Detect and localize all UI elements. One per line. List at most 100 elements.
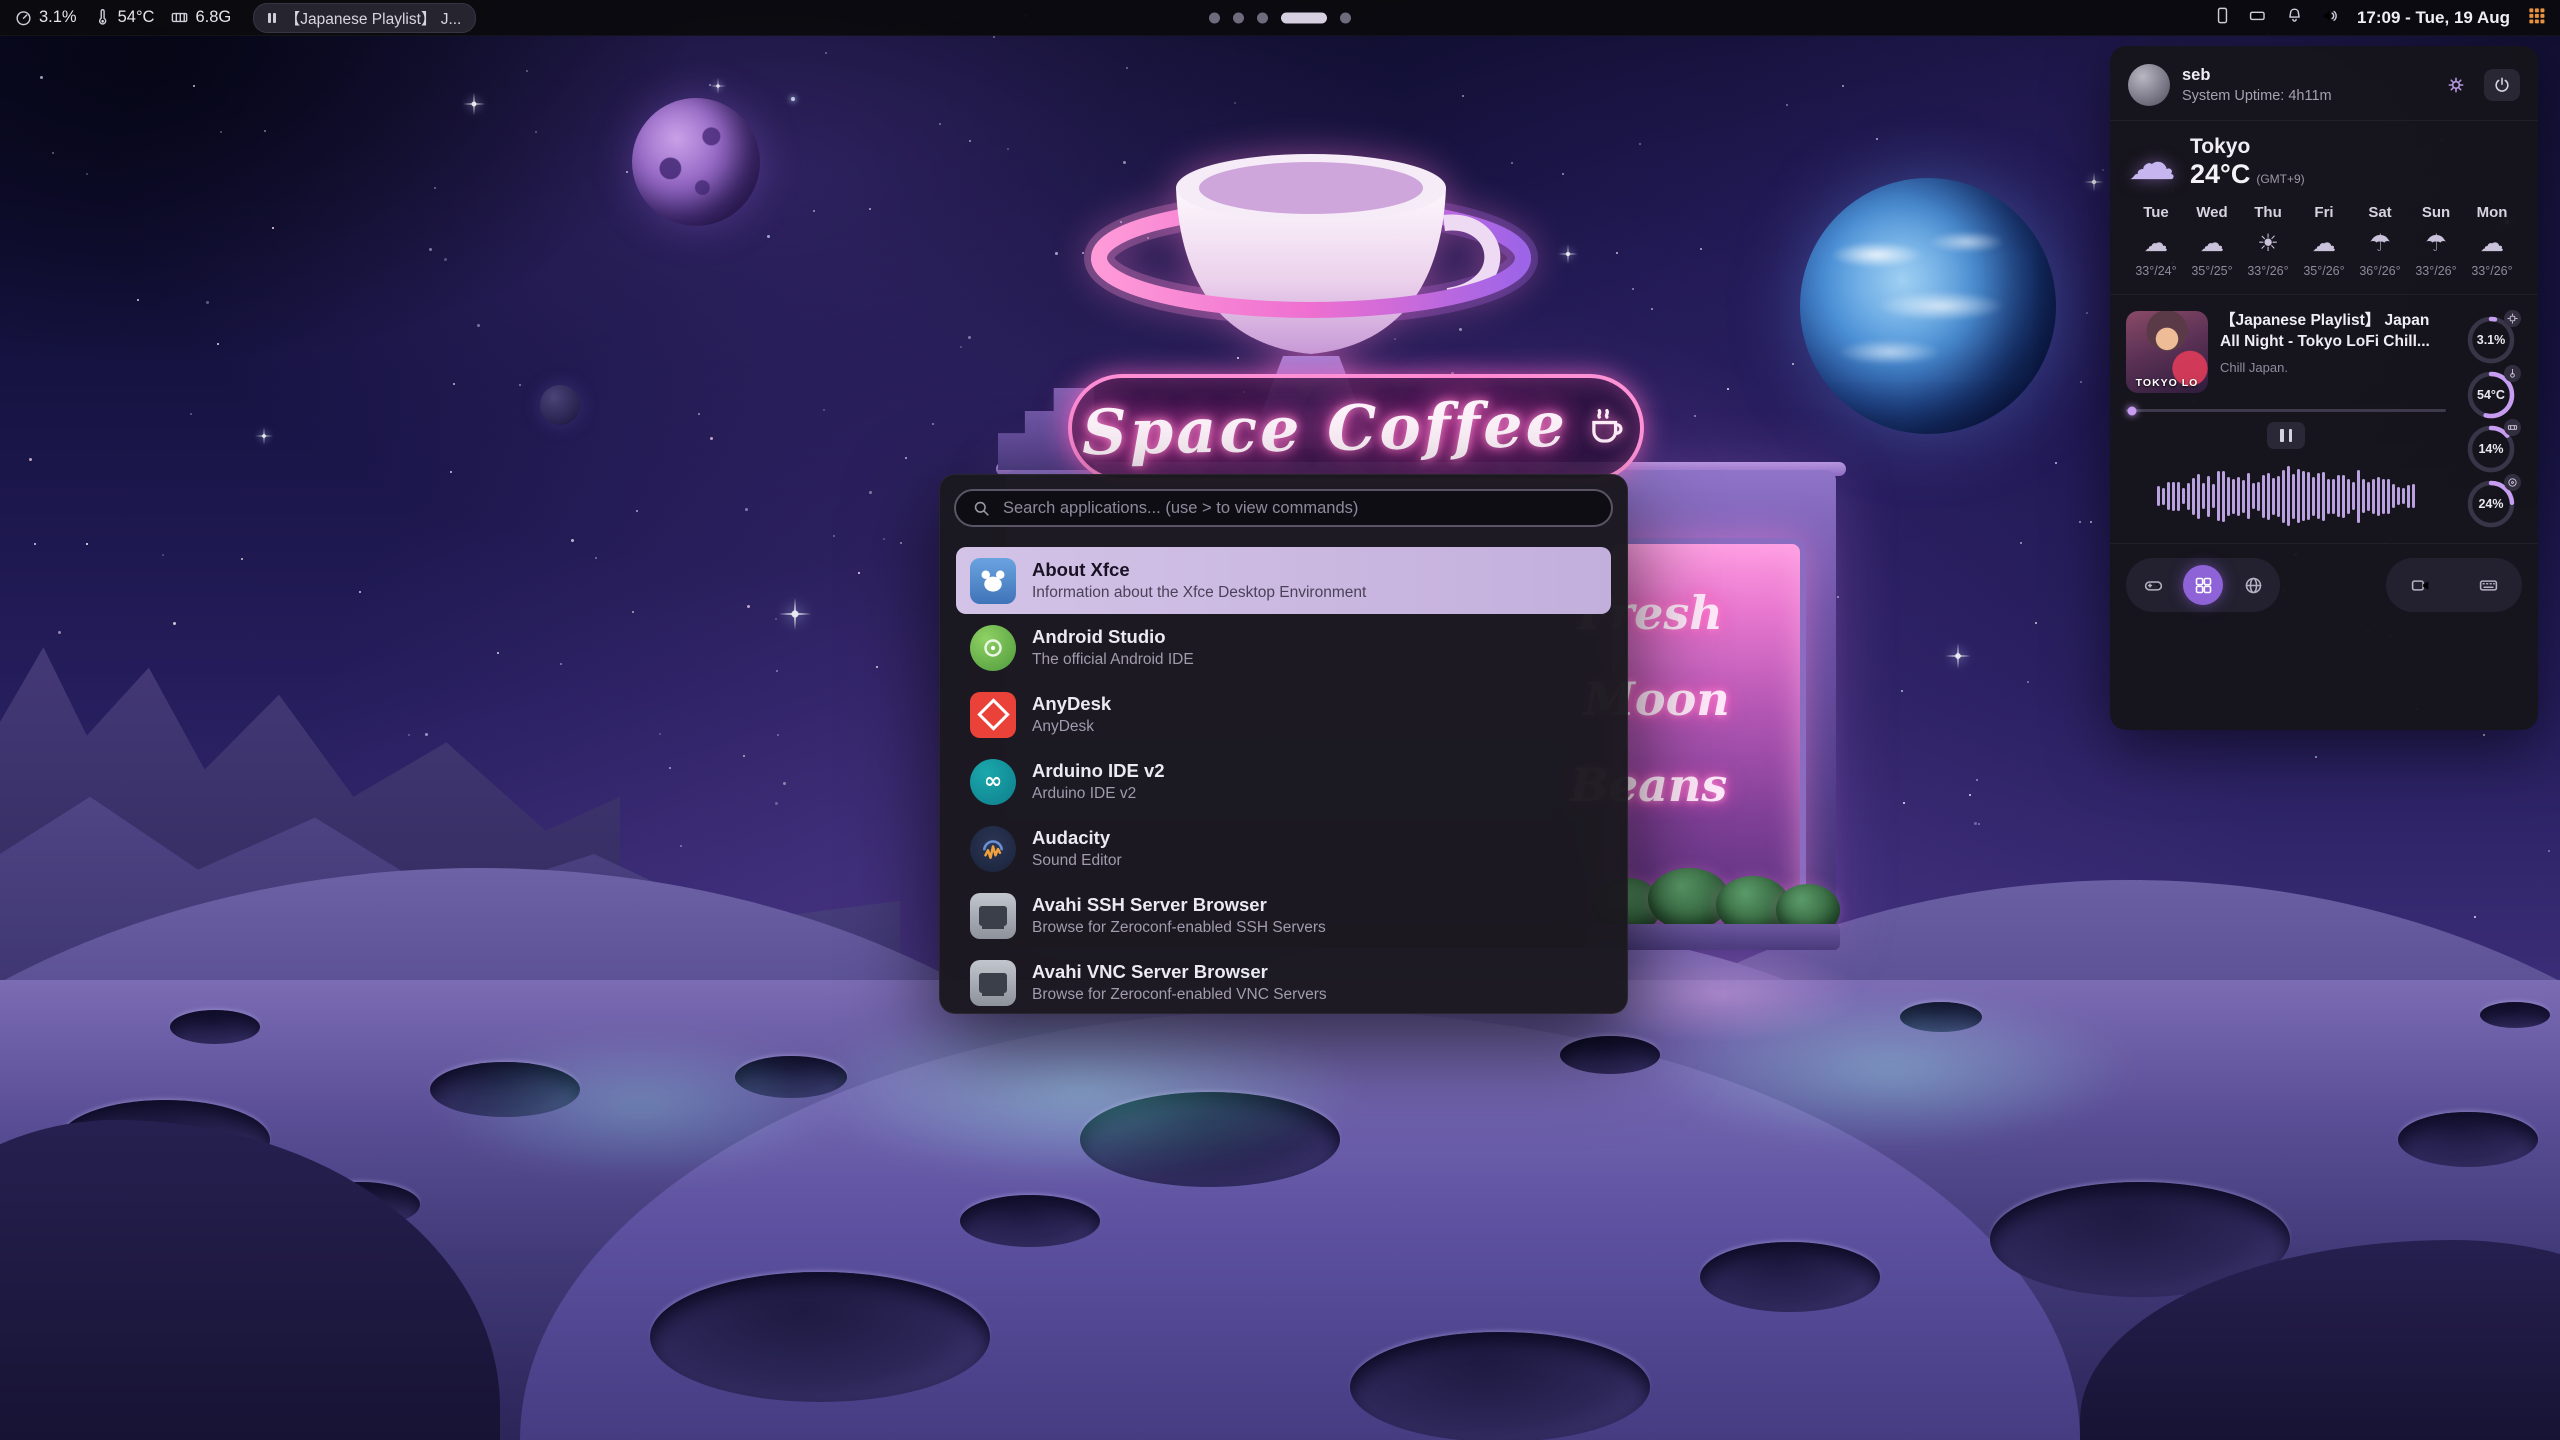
app-desc: Arduino IDE v2 (1032, 785, 1165, 803)
app-name: Android Studio (1032, 626, 1194, 648)
forecast-day: Thu☀33°/26° (2240, 204, 2296, 278)
app-name: Avahi SSH Server Browser (1032, 894, 1326, 916)
music-section: TOKYO LO 【Japanese Playlist】 Japan All N… (2110, 295, 2538, 544)
weather-city: Tokyo (2190, 135, 2305, 159)
keyboard-button[interactable] (2468, 565, 2508, 605)
album-art[interactable]: TOKYO LO (2126, 311, 2208, 393)
app-desc: Sound Editor (1032, 852, 1122, 870)
notifications-button[interactable] (2285, 6, 2304, 30)
search-icon (972, 499, 991, 518)
app-row-android-studio[interactable]: Android StudioThe official Android IDE (956, 614, 1611, 681)
rain-icon: ☂ (2352, 228, 2408, 258)
username: seb (2182, 66, 2332, 85)
top-bar: 3.1% 54°C 6.8G 【Japanese Playlist】 J... … (0, 0, 2560, 36)
weather-temperature: 24°C (2190, 159, 2250, 189)
gamepad-button[interactable] (2133, 565, 2173, 605)
forecast-day: Fri☁35°/26° (2296, 204, 2352, 278)
app-row-avahi-ssh[interactable]: Avahi SSH Server Browser Browse for Zeroc… (956, 882, 1611, 949)
disk-icon (2504, 474, 2521, 491)
rain-icon: ☂ (2408, 228, 2464, 258)
waveform (2126, 459, 2446, 533)
forecast-day: Mon☁33°/26° (2464, 204, 2520, 278)
cpu-gauge: 3.1% (2464, 313, 2518, 367)
teal-glow (800, 1000, 1360, 1180)
app-name: Audacity (1032, 827, 1122, 849)
app-row-avahi-vnc[interactable]: Avahi VNC Server BrowserBrowse for Zeroc… (956, 949, 1611, 1016)
android-studio-icon (970, 625, 1016, 671)
crater (1350, 1332, 1650, 1440)
cloud-icon: ☁ (2128, 228, 2184, 258)
xfce-icon (970, 558, 1016, 604)
system-gauges: 3.1% 54°C 14% 24% (2460, 311, 2522, 533)
quick-actions (2110, 544, 2538, 628)
settings-button[interactable] (2438, 69, 2474, 101)
temperature-text: 54°C (118, 8, 155, 27)
album-label: TOKYO LO (2126, 377, 2208, 389)
workspace-dot[interactable] (1340, 12, 1351, 23)
battery-button[interactable] (2249, 6, 2268, 30)
search-bar[interactable] (954, 489, 1613, 527)
profile-section: seb System Uptime: 4h11m (2110, 46, 2538, 121)
memory-icon (2504, 419, 2521, 436)
track-title: 【Japanese Playlist】 Japan All Night - To… (2220, 311, 2446, 353)
app-row-anydesk[interactable]: AnyDeskAnyDesk (956, 681, 1611, 748)
neon-sign: Space Coffee (1068, 374, 1644, 482)
phone-icon (2213, 6, 2232, 25)
workspace-dot[interactable] (1209, 12, 1220, 23)
memory-gauge: 14% (2464, 422, 2518, 476)
pause-button[interactable] (2267, 422, 2305, 449)
app-name: Arduino IDE v2 (1032, 760, 1165, 782)
disk-gauge: 24% (2464, 477, 2518, 531)
app-row-audacity[interactable]: Audacity Sound Editor (956, 815, 1611, 882)
cpu-usage-text: 3.1% (39, 8, 77, 27)
app-grid-button[interactable] (2527, 6, 2546, 30)
avatar[interactable] (2128, 64, 2170, 106)
apps-button[interactable] (2183, 565, 2223, 605)
workspace-indicator (1209, 12, 1351, 23)
crater (2480, 1002, 2550, 1028)
workspace-active[interactable] (1281, 12, 1327, 23)
gamepad-icon (2143, 575, 2164, 596)
cpu-indicator[interactable]: 3.1% (14, 8, 77, 27)
workspace-dot[interactable] (1257, 12, 1268, 23)
screen-record-button[interactable] (2400, 565, 2440, 605)
clock[interactable]: 17:09 - Tue, 19 Aug (2357, 8, 2510, 28)
battery-icon (2249, 6, 2268, 25)
crater (170, 1010, 260, 1044)
search-input[interactable] (1003, 499, 1595, 518)
quick-actions-right (2386, 558, 2522, 612)
keyboard-icon (2478, 575, 2499, 596)
forecast-day: Sat☂36°/26° (2352, 204, 2408, 278)
pause-icon (268, 13, 276, 23)
volume-button[interactable] (2321, 6, 2340, 30)
crater (1700, 1242, 1880, 1312)
quick-actions-left (2126, 558, 2280, 612)
crater (960, 1195, 1100, 1247)
memory-indicator[interactable]: 6.8G (170, 8, 231, 27)
device-button[interactable] (2213, 6, 2232, 30)
progress-bar[interactable] (2126, 409, 2446, 412)
crater (650, 1272, 990, 1402)
cloud-icon: ☁ (2184, 228, 2240, 258)
weather-main-icon: ☁ (2128, 139, 2176, 187)
uptime-text: System Uptime: 4h11m (2182, 88, 2332, 104)
app-desc: Information about the Xfce Desktop Envir… (1032, 584, 1366, 602)
server-browser-icon (970, 893, 1016, 939)
app-name: AnyDesk (1032, 693, 1111, 715)
progress-thumb[interactable] (2128, 406, 2137, 415)
power-button[interactable] (2484, 69, 2520, 101)
bell-icon (2285, 6, 2304, 25)
temperature-gauge: 54°C (2464, 368, 2518, 422)
temperature-indicator[interactable]: 54°C (93, 8, 155, 27)
network-button[interactable] (2233, 565, 2273, 605)
workspace-dot[interactable] (1233, 12, 1244, 23)
topbar-now-playing[interactable]: 【Japanese Playlist】 J... (253, 3, 476, 33)
weather-section: ☁ Tokyo 24°C(GMT+9) Tue☁33°/24° Wed☁35°/… (2110, 121, 2538, 295)
app-desc: Browse for Zeroconf-enabled SSH Servers (1032, 919, 1326, 937)
app-row-arduino[interactable]: ∞ Arduino IDE v2Arduino IDE v2 (956, 748, 1611, 815)
globe-icon (2243, 575, 2264, 596)
power-icon (2492, 75, 2512, 95)
now-playing-text: 【Japanese Playlist】 J... (285, 7, 462, 29)
app-row-about-xfce[interactable]: About XfceInformation about the Xfce Des… (956, 547, 1611, 614)
video-camera-icon (2410, 575, 2431, 596)
